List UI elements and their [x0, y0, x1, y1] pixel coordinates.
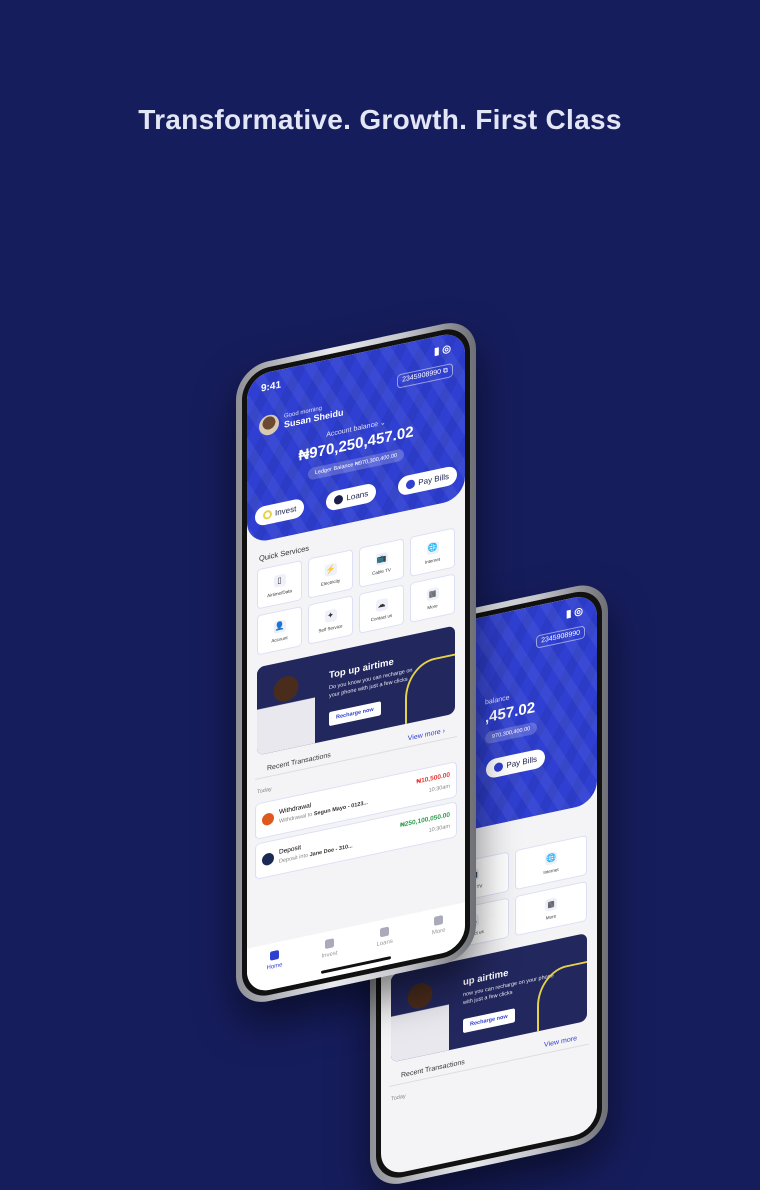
invest-icon — [324, 938, 334, 950]
avatar[interactable] — [259, 412, 279, 438]
self-service-icon: ✦ — [324, 608, 337, 623]
service-more[interactable]: ▦ More — [410, 573, 455, 624]
grid-icon: ▦ — [426, 586, 439, 602]
pay-bills-button[interactable]: Pay Bills — [398, 465, 457, 497]
service-internet[interactable]: 🌐 Internet — [410, 527, 455, 578]
service-electricity[interactable]: ⚡ Electricity — [308, 549, 353, 599]
tv-icon: 📺 — [375, 551, 388, 566]
service-airtime[interactable]: ▯ Airtime/Data — [257, 559, 302, 610]
globe-icon: 🌐 — [426, 540, 439, 556]
chevron-down-icon: ⌄ — [379, 419, 386, 428]
recharge-button[interactable]: Recharge now — [329, 701, 381, 727]
front-screen: 9:41 ▮ ◎ 2345908990 ⧉ Good morning Susan S… — [247, 330, 465, 995]
nav-more[interactable]: More — [432, 914, 446, 955]
phone-icon: ▯ — [273, 572, 286, 588]
contact-icon: ☁ — [375, 597, 388, 612]
invest-button[interactable]: Invest — [255, 497, 305, 527]
pay-bills-button[interactable]: Pay Bills — [486, 747, 546, 780]
service-more[interactable]: ▦ More — [515, 880, 587, 937]
service-account[interactable]: 👤 Account — [257, 605, 302, 656]
bills-icon — [406, 478, 416, 490]
bank-logo-icon — [262, 811, 274, 827]
bank-logo-icon — [262, 851, 274, 867]
account-number: 2345908990 — [536, 625, 585, 649]
grid-icon — [434, 914, 444, 926]
home-icon — [269, 949, 279, 961]
service-cable-tv[interactable]: 📺Cable TV — [359, 538, 404, 588]
grid-icon: ▦ — [545, 896, 557, 912]
front-phone: 9:41 ▮ ◎ 2345908990 ⧉ Good morning Susan S… — [236, 316, 476, 1008]
invest-icon — [263, 509, 272, 521]
loans-icon — [380, 926, 390, 938]
service-contact[interactable]: ☁Contact us — [359, 584, 404, 634]
headline: Transformative. Growth. First Class — [138, 104, 622, 135]
nav-home[interactable]: Home — [266, 949, 283, 990]
service-internet[interactable]: 🌐 Internet — [515, 834, 587, 891]
user-icon: 👤 — [273, 618, 286, 634]
recharge-button[interactable]: Recharge now — [463, 1008, 515, 1034]
status-icons: ▮ ◎ — [565, 605, 583, 621]
service-self-service[interactable]: ✦ Self Service — [308, 595, 353, 645]
loans-button[interactable]: Loans — [326, 482, 377, 512]
bolt-icon: ⚡ — [324, 562, 337, 577]
globe-icon: 🌐 — [545, 850, 557, 866]
bills-icon — [494, 761, 504, 773]
loans-icon — [334, 494, 344, 506]
banner-photo — [391, 966, 449, 1063]
banner-photo — [257, 659, 315, 756]
copy-icon[interactable]: ⧉ — [443, 367, 448, 375]
